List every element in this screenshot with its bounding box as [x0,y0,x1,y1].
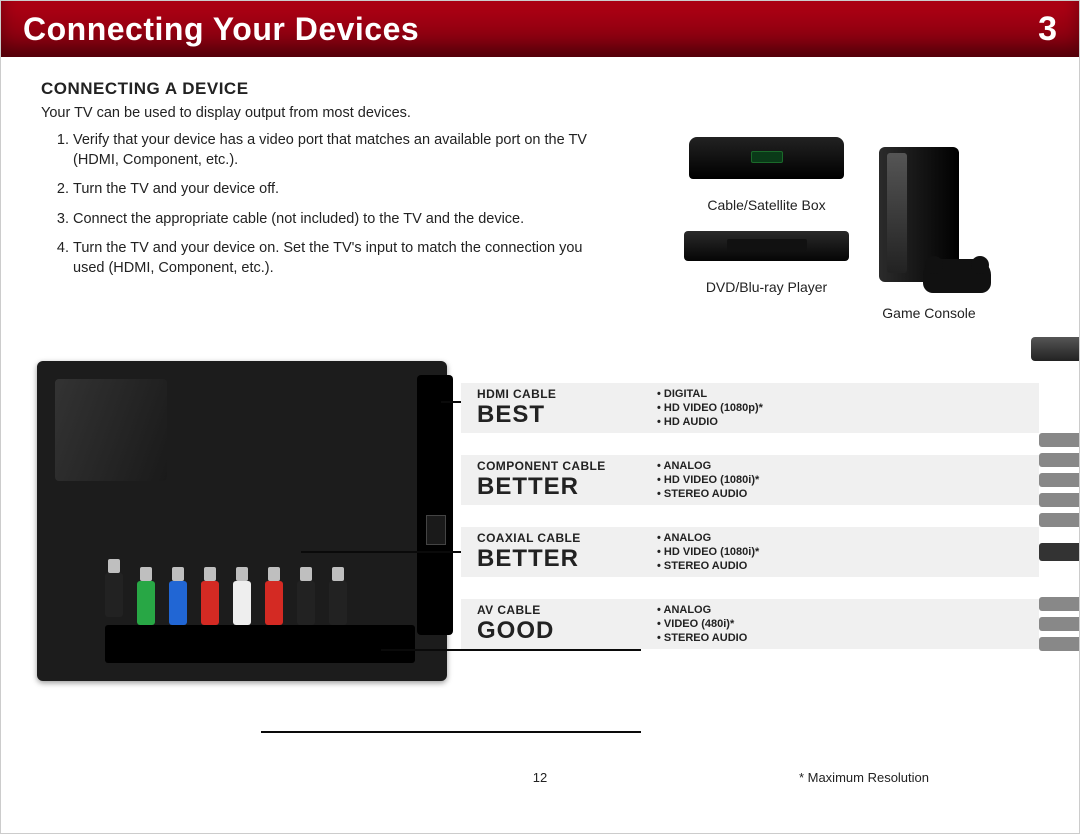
page-body: CONNECTING A DEVICE Your TV can be used … [1,57,1079,298]
manual-page: Connecting Your Devices 3 CONNECTING A D… [0,0,1080,834]
cable-bar: COAXIAL CABLEBETTER ANALOGHD VIDEO (1080i… [461,527,1039,577]
step-item: Connect the appropriate cable (not inclu… [73,210,617,230]
cable-name: COAXIAL CABLE [477,531,637,545]
device-column-left: Cable/Satellite Box DVD/Blu-ray Player [684,137,849,295]
cable-box-label: Cable/Satellite Box [707,197,825,213]
cable-bullet: ANALOG [657,531,759,545]
cable-bullets: DIGITALHD VIDEO (1080p)*HD AUDIO [657,387,763,430]
page-number: 12 [533,770,547,785]
step-item: Turn the TV and your device on. Set the … [73,239,617,278]
cable-name: AV CABLE [477,603,637,617]
port-plug-icon [201,567,219,625]
page-header: Connecting Your Devices 3 [1,1,1079,57]
connector-end-icon [1039,433,1080,527]
game-console-icon [879,137,979,287]
cable-bullet: HD VIDEO (1080i)* [657,473,759,487]
cable-bullet: HD VIDEO (1080i)* [657,545,759,559]
cable-group: COMPONENT CABLEBETTER ANALOGHD VIDEO (108… [461,455,1039,505]
cable-bar: AV CABLEGOOD ANALOGVIDEO (480i)*STEREO AU… [461,599,1039,649]
cable-bullet: STEREO AUDIO [657,559,759,573]
cable-group: AV CABLEGOOD ANALOGVIDEO (480i)*STEREO AU… [461,599,1039,649]
port-plug-icon [297,567,315,625]
port-plug-icon [329,567,347,625]
bottom-port-row [105,625,415,663]
port-plug-icon [105,559,123,617]
device-gallery: Cable/Satellite Box DVD/Blu-ray Player G… [684,137,979,321]
cable-rating: BETTER [477,473,637,501]
console-label: Game Console [882,305,975,321]
cable-bullets: ANALOGVIDEO (480i)*STEREO AUDIO [657,603,747,646]
tv-back-illustration [37,361,447,681]
cable-rating: BETTER [477,545,637,573]
section-heading: CONNECTING A DEVICE [41,79,1039,99]
cable-bar: HDMI CABLEBEST DIGITALHD VIDEO (1080p)*HD… [461,383,1039,433]
connection-diagram: HDMI CABLEBESTDIGITALHD VIDEO (1080p)*HD… [1,361,1079,791]
cable-bullet: STEREO AUDIO [657,487,759,501]
cable-group: COAXIAL CABLEBETTER ANALOGHD VIDEO (1080i… [461,527,1039,577]
back-of-tv-label: BACK OF TV [43,753,135,769]
section-intro: Your TV can be used to display output fr… [41,105,1039,121]
step-list: Verify that your device has a video port… [57,131,617,278]
port-plug-icon [169,567,187,625]
cable-bullet: ANALOG [657,603,747,617]
cable-name: COMPONENT CABLE [477,459,637,473]
port-plug-icon [137,567,155,625]
cable-group: HDMI CABLEBEST DIGITALHD VIDEO (1080p)*HD… [461,383,1039,433]
cable-labels: HDMI CABLEBESTDIGITALHD VIDEO (1080p)*HD… [461,383,1039,671]
cable-bullet: ANALOG [657,459,759,473]
cable-bullet: STEREO AUDIO [657,631,747,645]
bottom-plugs [105,559,347,625]
step-item: Turn the TV and your device off. [73,180,617,200]
wire-av [261,731,641,733]
port-plug-icon [233,567,251,625]
side-port-panel [417,375,453,635]
bluray-icon [684,231,849,261]
bluray-label: DVD/Blu-ray Player [706,279,827,295]
cable-bullets: ANALOGHD VIDEO (1080i)*STEREO AUDIO [657,531,759,574]
cable-bullet: DIGITAL [657,387,763,401]
cable-bar: COMPONENT CABLEBETTER ANALOGHD VIDEO (108… [461,455,1039,505]
step-item: Verify that your device has a video port… [73,131,617,170]
hdmi-port-icon [426,515,446,545]
connector-end-icon [1031,337,1080,361]
device-column-right: Game Console [879,137,979,321]
cable-rating: BEST [477,401,637,429]
port-plug-icon [265,567,283,625]
cable-bullet: VIDEO (480i)* [657,617,747,631]
connector-end-icon [1039,543,1080,561]
chapter-number: 3 [1038,10,1057,49]
connector-end-icon [1039,597,1080,651]
footnote: * Maximum Resolution [799,770,929,785]
page-title: Connecting Your Devices [23,11,419,48]
cable-name: HDMI CABLE [477,387,637,401]
controller-icon [923,259,991,293]
cable-bullet: HD AUDIO [657,415,763,429]
cable-bullets: ANALOGHD VIDEO (1080i)*STEREO AUDIO [657,459,759,502]
cable-rating: GOOD [477,617,637,645]
cable-bullet: HD VIDEO (1080p)* [657,401,763,415]
cable-box-icon [689,137,844,179]
